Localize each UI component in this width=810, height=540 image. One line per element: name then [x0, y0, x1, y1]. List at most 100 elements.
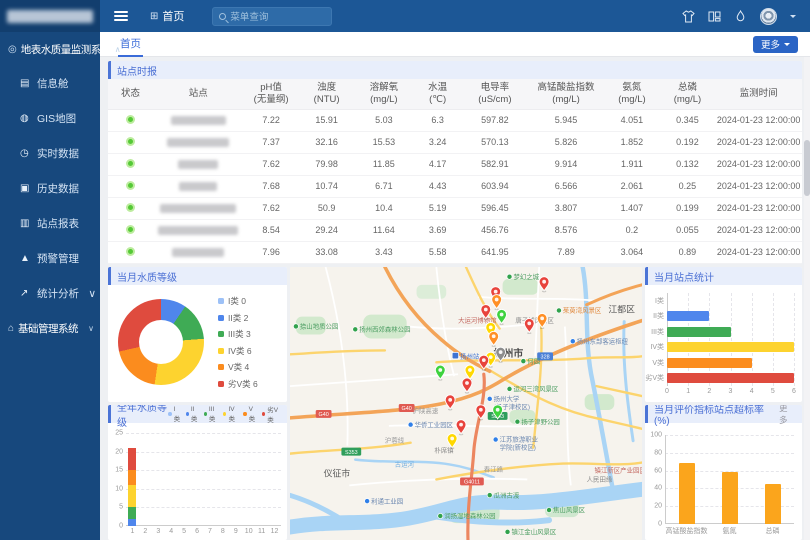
- value-cell: 0.345: [660, 109, 716, 131]
- sidebar-group-1[interactable]: ⌂基础管理系统∨: [0, 311, 100, 345]
- menu-collapse-icon[interactable]: [114, 11, 128, 21]
- map-label: 华侨工业园区: [415, 420, 454, 429]
- value-cell: 3.807: [528, 197, 604, 219]
- legend-item[interactable]: II类: [186, 406, 199, 423]
- gridline: [709, 293, 710, 386]
- sidebar-item[interactable]: ↗统计分析∨: [0, 276, 100, 311]
- road-shield: G40: [318, 412, 328, 418]
- user-menu-caret-icon[interactable]: [790, 15, 796, 21]
- time-cell: 2024-01-23 12:00:00: [715, 241, 802, 263]
- legend-item[interactable]: III类: [204, 406, 219, 423]
- top-navbar: ⊞ 首页 菜单查询: [100, 0, 810, 32]
- sidebar-item[interactable]: ▣历史数据: [0, 171, 100, 206]
- bar-II类[interactable]: [667, 311, 709, 321]
- legend-item[interactable]: 劣V类: [262, 405, 281, 424]
- x-tick-label: 6: [195, 528, 199, 535]
- city-map[interactable]: G40G40S353S243G4011328 扬州市仪征市江都区沪陕高速沪蓉线古…: [290, 267, 642, 540]
- stacked-bar-segment[interactable]: [128, 485, 136, 507]
- x-tick-label: 12: [271, 528, 279, 535]
- legend-item[interactable]: I类 0: [218, 295, 258, 307]
- value-cell: 6.566: [528, 175, 604, 197]
- bar-V类[interactable]: [667, 358, 752, 368]
- layout-columns-icon[interactable]: [708, 10, 721, 23]
- flame-icon[interactable]: [734, 10, 747, 23]
- tab-bar: 首页 更多: [100, 32, 810, 57]
- theme-skin-icon[interactable]: [682, 10, 695, 23]
- legend-item[interactable]: V类: [243, 406, 257, 423]
- map-label: 仪征市: [324, 467, 351, 478]
- bar-氨氮[interactable]: [722, 472, 738, 524]
- map-label: 古运河: [395, 460, 415, 469]
- x-tick-label: 2: [707, 388, 711, 395]
- warning-icon: ▲: [20, 253, 31, 264]
- legend-item[interactable]: I类: [168, 406, 181, 423]
- green-poi-icon: [515, 419, 520, 424]
- legend-item[interactable]: 劣V类 6: [218, 378, 258, 390]
- bar-III类[interactable]: [667, 327, 731, 337]
- monthly-station-panel: 当月站点统计 0123456I类II类III类IV类V类劣V类: [645, 267, 802, 402]
- bar-劣V类[interactable]: [667, 373, 794, 383]
- bar-高锰酸盐指数[interactable]: [679, 463, 695, 524]
- legend-item[interactable]: II类 2: [218, 312, 258, 324]
- menu-search-input[interactable]: 菜单查询: [212, 7, 332, 26]
- gridline: [126, 433, 281, 434]
- nav-home-link[interactable]: ⊞ 首页: [150, 8, 184, 24]
- value-cell: 7.68: [243, 175, 299, 197]
- value-cell: 0.055: [660, 219, 716, 241]
- station-cell: [153, 197, 243, 219]
- value-cell: 2.061: [604, 175, 660, 197]
- gridline: [665, 435, 794, 436]
- legend-label: III类: [209, 406, 218, 423]
- legend-item[interactable]: IV类: [223, 406, 238, 423]
- sidebar-group-label: 基础管理系统: [18, 321, 84, 336]
- stacked-bar-segment[interactable]: [128, 448, 136, 470]
- value-cell: 0.192: [660, 131, 716, 153]
- bar-总磷[interactable]: [765, 484, 781, 524]
- value-cell: 11.64: [354, 219, 413, 241]
- search-icon: [219, 13, 226, 20]
- annual-grade-chart: 0510152025123456789101112: [126, 433, 281, 526]
- green-poi-icon: [487, 493, 492, 498]
- stacked-bar-segment[interactable]: [128, 507, 136, 518]
- legend-label: II类 2: [228, 312, 248, 324]
- sidebar-item-label: 实时数据: [37, 146, 79, 161]
- sidebar-item[interactable]: ◍GIS地图: [0, 101, 100, 136]
- legend-item[interactable]: III类 3: [218, 328, 258, 340]
- page-scrollbar-thumb[interactable]: [804, 140, 810, 196]
- user-avatar[interactable]: [760, 8, 777, 25]
- sidebar-item-label: GIS地图: [37, 111, 76, 126]
- sidebar-group-0[interactable]: ◎地表水质量监测系统∧: [0, 32, 100, 66]
- column-header: 状态: [108, 79, 153, 109]
- value-cell: 4.17: [413, 153, 462, 175]
- legend-item[interactable]: IV类 6: [218, 345, 258, 357]
- more-button[interactable]: 更多: [753, 36, 798, 53]
- table-row: 7.3732.1615.533.24570.135.8261.8520.1922…: [108, 131, 802, 153]
- grade-donut-chart: [118, 299, 204, 385]
- value-cell: 3.43: [354, 241, 413, 263]
- station-report-panel: 站点时报 状态站点pH值(无量纲)浊度(NTU)溶解氧(mg/L)水温(℃)电导…: [108, 61, 802, 264]
- sidebar-item[interactable]: ◷实时数据: [0, 136, 100, 171]
- station-cell: [153, 109, 243, 131]
- map-label: 学院(新校区): [500, 443, 536, 452]
- stacked-bar-segment[interactable]: [128, 519, 136, 526]
- sidebar-item[interactable]: ▲预警管理: [0, 241, 100, 276]
- legend-item[interactable]: V类 4: [218, 361, 258, 373]
- x-tick-label: 10: [245, 528, 253, 535]
- exceed-rate-more-link[interactable]: 更多: [779, 405, 796, 426]
- bar-IV类[interactable]: [667, 342, 794, 352]
- value-cell: 3.064: [604, 241, 660, 263]
- sidebar-item[interactable]: ▥站点报表: [0, 206, 100, 241]
- value-cell: 1.407: [604, 197, 660, 219]
- value-cell: 10.74: [299, 175, 355, 197]
- value-cell: 0.2: [604, 219, 660, 241]
- y-tick-label: 20: [654, 503, 665, 510]
- redacted-station-name: [171, 116, 226, 125]
- map-label: 捺山地质公园: [300, 322, 338, 331]
- value-cell: 597.82: [462, 109, 528, 131]
- chevron-down-icon: ∨: [88, 324, 96, 333]
- value-cell: 29.24: [299, 219, 355, 241]
- value-cell: 11.85: [354, 153, 413, 175]
- sidebar-item[interactable]: ▤信息舱: [0, 66, 100, 101]
- map-label: 镇江新区产业园区: [595, 465, 642, 474]
- stacked-bar-segment[interactable]: [128, 470, 136, 485]
